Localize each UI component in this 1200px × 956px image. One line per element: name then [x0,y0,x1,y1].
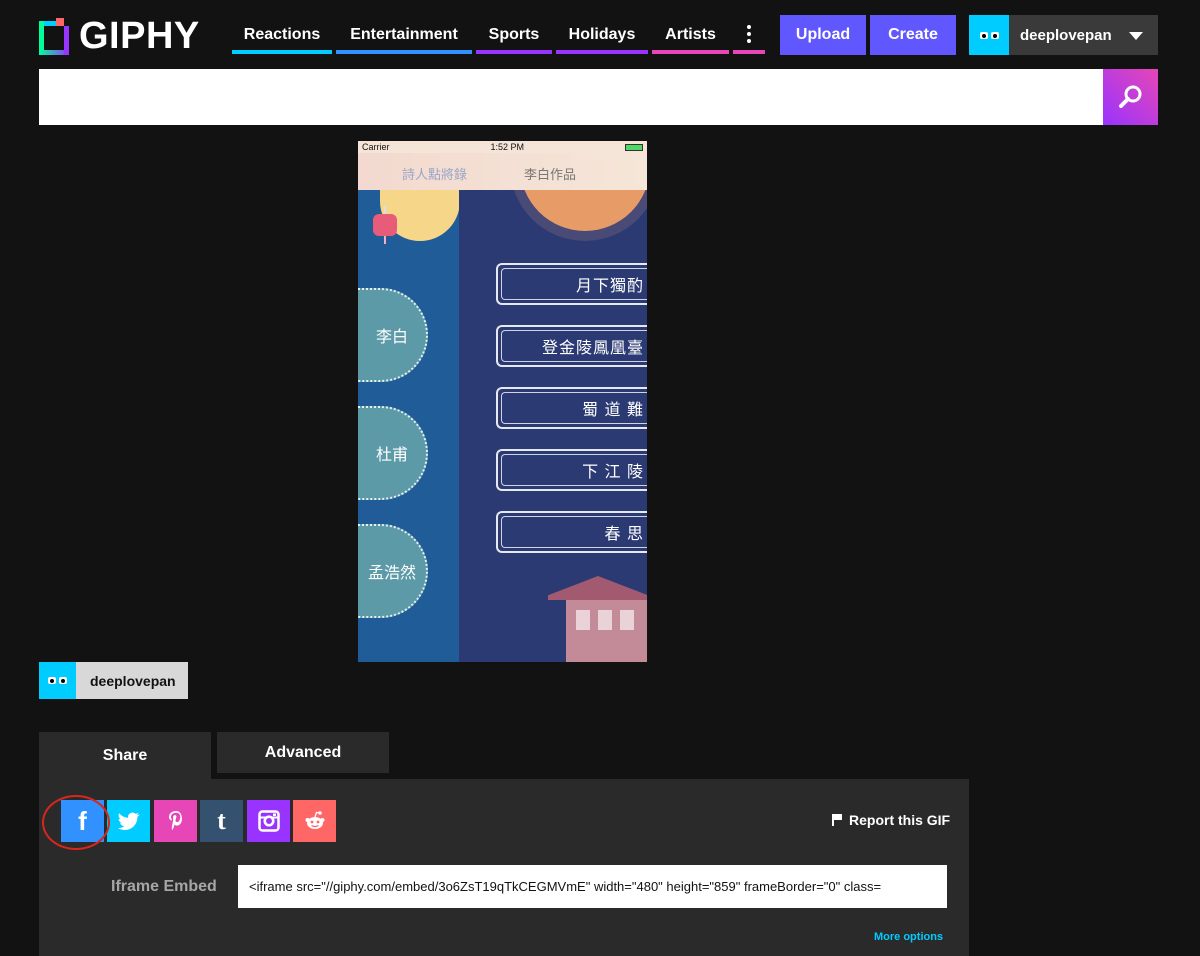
search-input[interactable] [39,69,1103,125]
main-nav: Reactions Entertainment Sports Holidays … [232,17,765,54]
tumblr-share-button[interactable]: t [200,800,243,842]
poet-li-bai: 李白 [358,288,428,382]
giphy-eyes-icon [48,677,67,684]
temple-illustration [548,566,647,662]
create-button[interactable]: Create [870,15,956,55]
iframe-embed-field[interactable]: <iframe src="//giphy.com/embed/3o6ZsT19q… [238,865,947,908]
instagram-icon [257,810,280,832]
poem-item: 下 江 陵 [496,449,647,491]
avatar [969,15,1009,55]
poem-item: 登金陵鳳凰臺 [496,325,647,367]
status-time: 1:52 PM [490,142,525,152]
user-name: deeplovepan [1020,26,1112,44]
nav-title-right: 李白作品 [524,167,577,182]
lantern-icon [373,206,397,244]
gif-preview[interactable]: 李白 杜甫 孟浩然 月下獨酌 登金陵鳳凰臺 蜀 道 難 下 江 陵 春 思 Ca… [358,141,647,662]
more-options-link[interactable]: More options [874,931,943,943]
report-label: Report this GIF [849,812,951,828]
iframe-embed-label: Iframe Embed [111,878,217,895]
poet-du-fu: 杜甫 [358,406,428,500]
giphy-eyes-icon [979,31,999,39]
poem-item: 春 思 [496,511,647,553]
status-carrier: Carrier [362,142,390,152]
reddit-share-button[interactable] [293,800,336,842]
avatar [39,662,76,699]
battery-icon [624,143,643,151]
reddit-icon [305,811,324,829]
giphy-logo-icon [39,17,69,55]
highlight-circle [42,795,110,850]
uploader-name: deeplovepan [90,672,176,689]
nav-item-sports[interactable]: Sports [476,17,552,54]
nav-title-left: 詩人點將錄 [402,167,468,182]
gif-left-panel: 李白 杜甫 孟浩然 [358,190,459,662]
search-button[interactable] [1103,69,1158,125]
search-icon [1118,85,1141,108]
app-nav-bar: 詩人點將錄 李白作品 [358,153,647,190]
upload-button[interactable]: Upload [780,15,866,55]
tumblr-icon: t [217,806,226,835]
report-gif-link[interactable]: Report this GIF [832,812,950,828]
vertical-dots-icon[interactable] [733,17,765,54]
logo-text: GIPHY [79,15,200,57]
uploader-chip[interactable]: deeplovepan [39,662,188,699]
caret-down-icon[interactable] [1129,32,1143,40]
tab-share[interactable]: Share [39,732,211,779]
nav-item-holidays[interactable]: Holidays [556,17,648,54]
instagram-share-button[interactable] [247,800,290,842]
status-bar: Carrier 1:52 PM [358,141,647,153]
nav-item-reactions[interactable]: Reactions [232,17,332,54]
tab-advanced[interactable]: Advanced [217,732,389,773]
user-menu[interactable]: deeplovepan [969,15,1158,55]
poem-item: 蜀 道 難 [496,387,647,429]
poem-item: 月下獨酌 [496,263,647,305]
poet-meng-haoran: 孟浩然 [358,524,428,618]
page: GIPHY Reactions Entertainment Sports Hol… [0,0,1200,956]
twitter-share-button[interactable] [107,800,150,842]
flag-icon [832,814,842,826]
nav-item-entertainment[interactable]: Entertainment [336,17,472,54]
pinterest-share-button[interactable] [154,800,197,842]
nav-item-artists[interactable]: Artists [652,17,729,54]
giphy-logo[interactable]: GIPHY [39,17,200,55]
twitter-icon [117,812,140,830]
pinterest-icon [168,811,182,831]
